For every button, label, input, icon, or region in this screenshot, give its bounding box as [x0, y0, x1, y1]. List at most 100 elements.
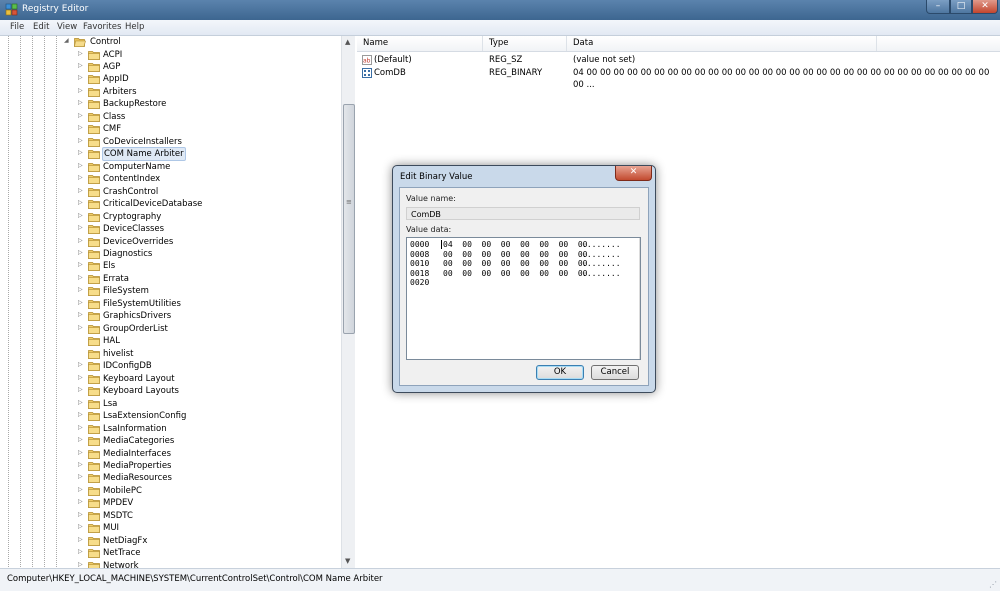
hex-address: 0018 [410, 268, 430, 278]
folder-icon [88, 474, 100, 484]
expand-arrow-icon[interactable]: ▷ [78, 274, 83, 281]
binary-value-icon [362, 68, 372, 78]
expand-arrow-icon[interactable]: ▷ [78, 399, 83, 406]
expand-arrow-icon[interactable]: ▷ [78, 187, 83, 194]
text-caret [441, 240, 442, 249]
value-name-field[interactable]: ComDB [406, 207, 640, 220]
dialog-close-button[interactable]: ✕ [615, 166, 652, 181]
tree-node-label: COM Name Arbiter [102, 147, 186, 162]
status-path: Computer\HKEY_LOCAL_MACHINE\SYSTEM\Curre… [7, 574, 383, 584]
scroll-up-arrow-icon[interactable]: ▲ [345, 38, 350, 46]
expand-arrow-icon[interactable]: ▷ [78, 361, 83, 368]
key-tree-pane[interactable]: ◢ Control ▷ ACPI ▷ AGP ▷ AppID ▷ Arbiters ▷ Backu… [0, 36, 355, 568]
folder-icon [88, 524, 100, 534]
scroll-down-arrow-icon[interactable]: ▼ [345, 557, 350, 565]
expand-arrow-icon[interactable]: ▷ [78, 87, 83, 94]
column-header-data[interactable]: Data [567, 36, 877, 51]
expand-arrow-icon[interactable]: ▷ [78, 286, 83, 293]
minimize-button[interactable]: – [926, 0, 950, 14]
expand-arrow-icon[interactable]: ▷ [78, 249, 83, 256]
expand-arrow-icon[interactable]: ▷ [78, 50, 83, 57]
column-header-name[interactable]: Name [357, 36, 483, 51]
menu-view[interactable]: View [57, 22, 77, 32]
list-row-comdb[interactable]: ComDB REG_BINARY 04 00 00 00 00 00 00 00… [357, 67, 1000, 90]
menu-help[interactable]: Help [125, 22, 144, 32]
hex-address: 0010 [410, 259, 430, 269]
expand-arrow-icon[interactable]: ▷ [78, 237, 83, 244]
hex-bytes: 00 00 00 00 00 00 00 00 [443, 268, 588, 278]
window-title: Registry Editor [22, 4, 89, 14]
expand-arrow-icon[interactable]: ▷ [78, 137, 83, 144]
folder-icon [88, 399, 100, 409]
expand-arrow-icon[interactable]: ▷ [78, 199, 83, 206]
expand-arrow-icon[interactable]: ▷ [78, 174, 83, 181]
expand-arrow-icon[interactable]: ▷ [78, 299, 83, 306]
tree-node-label: CrashControl [103, 186, 159, 197]
expand-arrow-icon[interactable]: ▷ [78, 511, 83, 518]
tree-node-label: ACPI [103, 49, 123, 60]
expand-arrow-icon[interactable]: ▷ [78, 436, 83, 443]
tree-node-label: AppID [103, 74, 129, 85]
folder-icon [88, 200, 100, 209]
expand-arrow-icon[interactable]: ▷ [78, 162, 83, 169]
ok-button[interactable]: OK [536, 365, 584, 380]
expand-arrow-icon[interactable]: ▷ [78, 486, 83, 493]
registry-editor-icon [5, 3, 18, 16]
hex-address: 0000 [410, 240, 430, 249]
expand-arrow-icon[interactable]: ▷ [78, 224, 83, 231]
tree-node-label: LsaExtensionConfig [103, 411, 187, 422]
expand-arrow-icon[interactable]: ▷ [78, 548, 83, 555]
menu-favorites[interactable]: Favorites [83, 22, 121, 32]
folder-icon [88, 262, 100, 272]
tree-node-label: NetTrace [103, 548, 141, 559]
expand-arrow-icon[interactable]: ▷ [78, 99, 83, 106]
expand-arrow-icon[interactable]: ▷ [78, 124, 83, 131]
expand-arrow-icon[interactable]: ▷ [78, 324, 83, 331]
folder-icon [88, 63, 100, 72]
expand-arrow-icon[interactable]: ▷ [78, 411, 83, 418]
tree-node-label: DeviceClasses [103, 224, 165, 235]
value-type: REG_SZ [489, 55, 523, 65]
expand-arrow-icon[interactable]: ▷ [78, 498, 83, 505]
scroll-thumb[interactable] [343, 104, 355, 334]
expand-arrow-icon[interactable]: ▷ [78, 536, 83, 543]
tree-vertical-scrollbar[interactable]: ▲ ≡ ▼ [341, 36, 355, 568]
folder-icon [88, 300, 100, 309]
expand-arrow-icon[interactable]: ▷ [78, 62, 83, 69]
expand-arrow-icon[interactable]: ▷ [78, 149, 83, 156]
expand-arrow-icon[interactable]: ▷ [78, 74, 83, 81]
folder-icon [88, 175, 100, 185]
expand-arrow-icon[interactable]: ▷ [78, 112, 83, 119]
maximize-button[interactable]: □ [950, 0, 972, 14]
expand-arrow-icon[interactable]: ▷ [78, 212, 83, 219]
menu-edit[interactable]: Edit [33, 22, 49, 32]
folder-icon [88, 487, 100, 496]
expand-arrow-icon[interactable]: ▷ [78, 374, 83, 381]
expand-arrow-icon[interactable]: ▷ [78, 311, 83, 318]
list-row-default[interactable]: ab (Default) REG_SZ (value not set) [357, 54, 1000, 66]
svg-text:ab: ab [363, 58, 371, 65]
title-bar[interactable]: Registry Editor – □ ✕ [0, 0, 1000, 20]
expand-arrow-icon[interactable]: ▷ [78, 461, 83, 468]
cancel-button[interactable]: Cancel [591, 365, 639, 380]
collapse-arrow-icon[interactable]: ◢ [64, 37, 69, 44]
expand-arrow-icon[interactable]: ▷ [78, 424, 83, 431]
expand-arrow-icon[interactable]: ▷ [78, 386, 83, 393]
expand-arrow-icon[interactable]: ▷ [78, 473, 83, 480]
expand-arrow-icon[interactable]: ▷ [78, 449, 83, 456]
expand-arrow-icon[interactable]: ▷ [78, 523, 83, 530]
folder-icon [88, 125, 100, 135]
expand-arrow-icon[interactable]: ▷ [78, 261, 83, 268]
column-header-type[interactable]: Type [483, 36, 567, 51]
menu-file[interactable]: File [10, 22, 24, 32]
resize-grip-icon[interactable]: ⋰ [989, 580, 997, 589]
folder-icon [88, 412, 100, 421]
expand-arrow-icon[interactable]: ▷ [78, 561, 83, 568]
folder-icon [88, 362, 100, 372]
close-button[interactable]: ✕ [972, 0, 998, 14]
hex-editor[interactable]: 0000 04 00 00 00 00 00 00 00........ 0008 0… [406, 237, 641, 360]
folder-icon [88, 449, 100, 459]
hex-bytes: 04 00 00 00 00 00 00 00 [443, 240, 588, 249]
value-data: (value not set) [573, 55, 636, 65]
tree-node-label: CoDeviceInstallers [103, 136, 182, 147]
